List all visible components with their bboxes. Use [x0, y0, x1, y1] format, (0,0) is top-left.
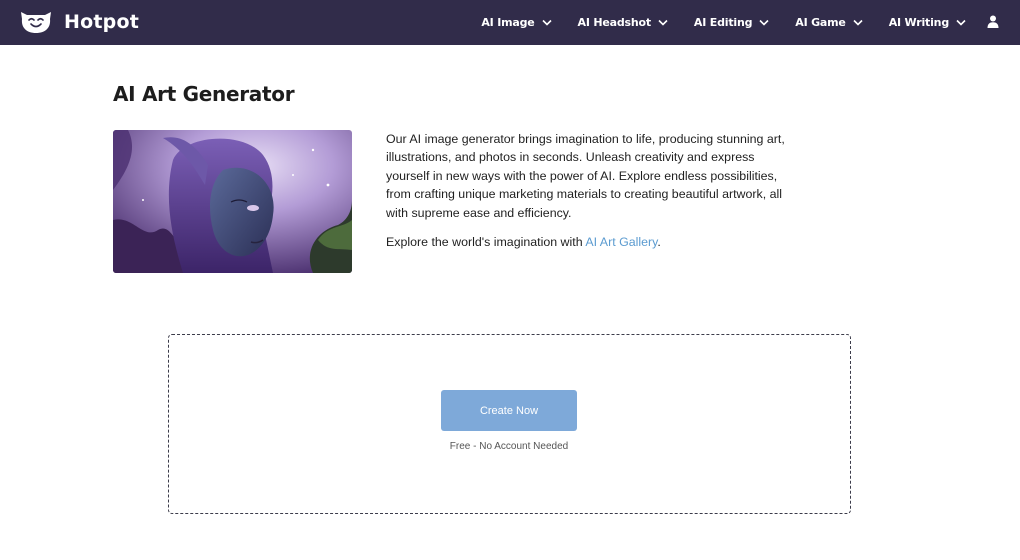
chevron-down-icon — [658, 19, 668, 26]
hero-image — [113, 130, 352, 273]
hotpot-logo-icon — [21, 12, 51, 33]
nav-item-ai-game[interactable]: AI Game — [795, 16, 863, 29]
top-navbar: Hotpot AI Image AI Headshot AI Editing A… — [0, 0, 1020, 45]
nav-item-ai-writing[interactable]: AI Writing — [889, 16, 966, 29]
nav-item-label: AI Game — [795, 16, 846, 29]
chevron-down-icon — [759, 19, 769, 26]
free-note: Free - No Account Needed — [449, 441, 569, 452]
chevron-down-icon — [541, 19, 552, 26]
nav-item-label: AI Writing — [888, 16, 950, 29]
main-nav: AI Image AI Headshot AI Editing AI Game … — [455, 0, 966, 45]
intro-text: Our AI image generator brings imaginatio… — [386, 130, 796, 251]
chevron-down-icon — [956, 19, 966, 26]
explore-prefix: Explore the world's imagination with — [386, 235, 586, 250]
page-title: AI Art Generator — [113, 82, 295, 106]
create-now-button[interactable]: Create Now — [441, 390, 577, 431]
fantasy-elf-portrait-image — [113, 130, 352, 273]
nav-item-label: AI Editing — [693, 16, 753, 29]
brand-logo[interactable]: Hotpot — [18, 9, 139, 35]
nav-item-ai-editing[interactable]: AI Editing — [694, 16, 769, 29]
chevron-down-icon — [853, 19, 863, 26]
nav-item-ai-headshot[interactable]: AI Headshot — [578, 16, 668, 29]
user-icon[interactable] — [987, 15, 999, 28]
nav-item-label: AI Headshot — [577, 16, 652, 29]
nav-item-ai-image[interactable]: AI Image — [481, 16, 552, 29]
intro-paragraph: Our AI image generator brings imaginatio… — [386, 132, 785, 220]
nav-item-label: AI Image — [481, 16, 535, 29]
explore-suffix: . — [657, 235, 661, 250]
brand-name: Hotpot — [64, 11, 139, 33]
ai-art-gallery-link[interactable]: AI Art Gallery — [585, 235, 657, 249]
explore-line: Explore the world's imagination with AI … — [386, 233, 796, 251]
